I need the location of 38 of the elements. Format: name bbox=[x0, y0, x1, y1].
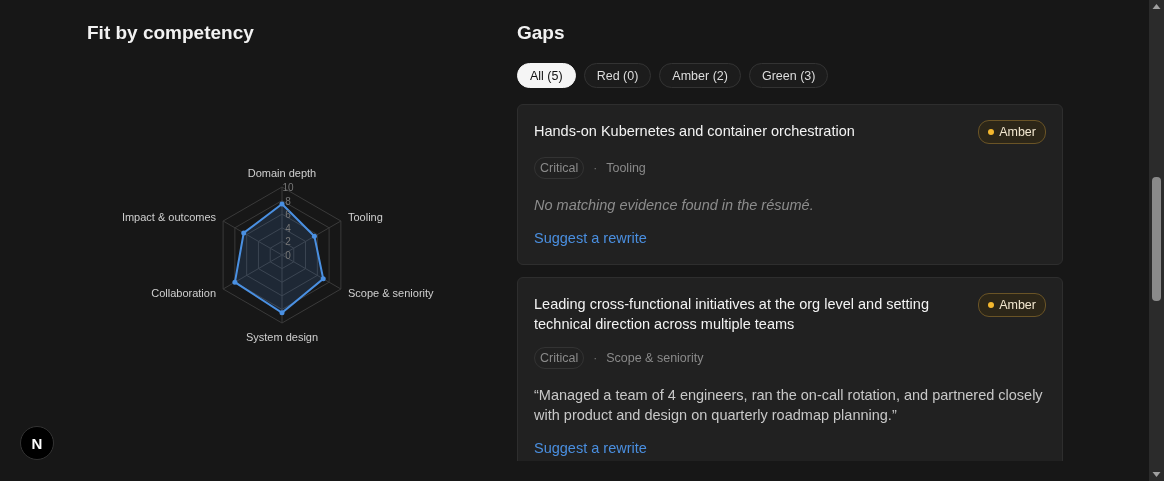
evidence-text: No matching evidence found in the résumé. bbox=[534, 196, 815, 215]
axis-label: Collaboration bbox=[151, 287, 217, 300]
filter-chip[interactable]: All (5) bbox=[517, 63, 576, 88]
scrollbar[interactable] bbox=[1149, 0, 1164, 481]
data-point bbox=[279, 310, 285, 316]
axis-label: Impact & outcomes bbox=[121, 210, 217, 223]
axis-label: Tooling bbox=[347, 210, 383, 223]
dev-tools-button[interactable]: N bbox=[20, 426, 54, 460]
data-point bbox=[311, 233, 317, 239]
data-point bbox=[320, 276, 326, 282]
axis-label: System design bbox=[245, 331, 319, 344]
section-title: Gaps bbox=[517, 22, 566, 44]
separator: · bbox=[593, 161, 598, 175]
status-label: Amber bbox=[999, 298, 1036, 312]
separator: · bbox=[593, 351, 598, 365]
data-point bbox=[279, 201, 285, 207]
data-point bbox=[232, 279, 238, 285]
data-point bbox=[241, 230, 247, 236]
gap-title: Leading cross-functional initiatives at the org level and setting technical direction across multiple teams bbox=[534, 295, 930, 334]
section-title: Fit by competency bbox=[87, 22, 255, 44]
tick-label: 4 bbox=[285, 222, 291, 234]
tick-label: 0 bbox=[285, 250, 291, 261]
axis-label: Scope & seniority bbox=[347, 287, 434, 300]
suggest-rewrite-link[interactable]: Suggest a rewrite bbox=[534, 230, 647, 246]
tick-label: 6 bbox=[285, 209, 291, 221]
tick-label: 8 bbox=[285, 195, 291, 207]
category-label: Tooling bbox=[606, 161, 646, 175]
filter-chip[interactable]: Green (3) bbox=[748, 63, 829, 88]
category-label: Scope & seniority bbox=[606, 351, 704, 365]
status-label: Amber bbox=[999, 125, 1036, 139]
gap-title: Hands-on Kubernetes and container orchestration bbox=[534, 122, 855, 141]
evidence-text: “Managed a team of 4 engineers, ran the on-call rotation, and partnered closely with product and design on quarterly roadmap planning.” bbox=[534, 386, 1044, 425]
filter-chip[interactable]: Red (0) bbox=[583, 63, 652, 88]
tick-label: 10 bbox=[282, 182, 294, 193]
suggest-rewrite-link[interactable]: Suggest a rewrite bbox=[534, 440, 647, 456]
filter-chip[interactable]: Amber (2) bbox=[659, 63, 741, 88]
axis-label: Domain depth bbox=[247, 166, 317, 179]
tick-label: 2 bbox=[285, 236, 291, 248]
